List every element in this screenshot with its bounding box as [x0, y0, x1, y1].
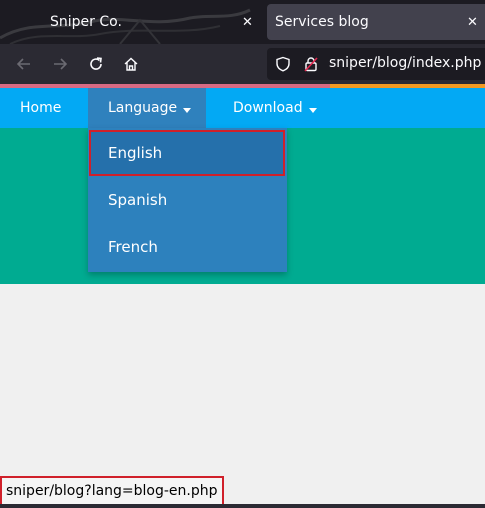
- menu-download[interactable]: Download: [233, 88, 317, 128]
- menu-language[interactable]: Language: [88, 88, 206, 128]
- menu-download-label: Download: [233, 100, 303, 116]
- language-dropdown: English Spanish French: [88, 128, 287, 272]
- tab-bar: Sniper Co. ✕ Services blog ✕: [0, 0, 485, 44]
- tab-title: Services blog: [275, 14, 369, 30]
- menu-home[interactable]: Home: [20, 88, 61, 128]
- window-bottom-edge: [0, 504, 485, 508]
- tab-title: Sniper Co.: [50, 14, 122, 30]
- dropdown-item-english[interactable]: English: [89, 130, 285, 176]
- url-bar[interactable]: sniper/blog/index.php: [267, 48, 485, 80]
- close-icon[interactable]: ✕: [242, 16, 253, 29]
- dropdown-item-label: Spanish: [108, 191, 168, 209]
- dropdown-item-french[interactable]: French: [88, 224, 287, 270]
- site-menu-bar: Home Language Download: [0, 88, 485, 128]
- url-text[interactable]: sniper/blog/index.php: [329, 55, 481, 71]
- status-link-preview: sniper/blog?lang=blog-en.php: [0, 476, 224, 506]
- tab-sniper-co[interactable]: Sniper Co. ✕: [0, 4, 262, 40]
- home-icon[interactable]: [119, 52, 143, 76]
- menu-home-label: Home: [20, 100, 62, 116]
- status-link-text: sniper/blog?lang=blog-en.php: [6, 483, 218, 499]
- caret-down-icon: [308, 107, 317, 113]
- close-icon[interactable]: ✕: [467, 16, 478, 29]
- back-arrow-icon[interactable]: [12, 52, 36, 76]
- caret-down-icon: [183, 107, 192, 113]
- dropdown-item-spanish[interactable]: Spanish: [88, 177, 287, 223]
- reload-icon[interactable]: [84, 52, 108, 76]
- dropdown-item-label: French: [108, 238, 158, 256]
- dropdown-item-label: English: [108, 144, 163, 162]
- shield-icon[interactable]: [275, 56, 291, 76]
- menu-language-label: Language: [108, 100, 178, 116]
- forward-arrow-icon[interactable]: [48, 52, 72, 76]
- lock-icon[interactable]: [303, 56, 319, 76]
- tab-services-blog[interactable]: Services blog ✕: [267, 4, 485, 40]
